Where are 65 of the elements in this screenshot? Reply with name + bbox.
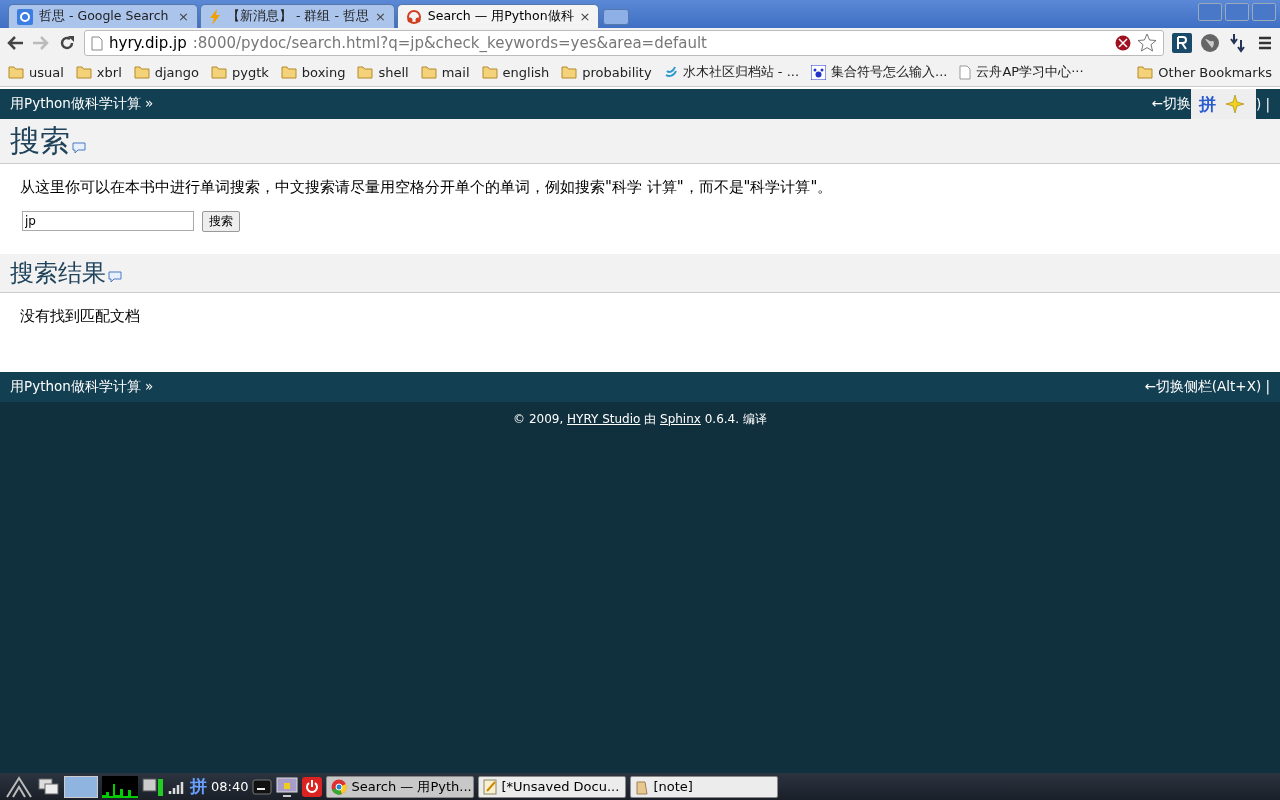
taskbar-window-button[interactable]: Search — 用Pyth... <box>326 775 475 798</box>
close-tab-button[interactable]: × <box>178 9 189 24</box>
breadcrumb-link[interactable]: 用Python做科学计算 » <box>10 95 154 113</box>
page-icon <box>91 35 103 51</box>
footer-link[interactable]: Sphinx <box>660 412 701 426</box>
bookmark-item[interactable]: shell <box>357 64 409 80</box>
section-heading: 搜索结果 <box>10 258 106 289</box>
bookmark-item[interactable]: boxing <box>280 64 346 80</box>
address-bar[interactable]: hyry.dip.jp :8000/pydoc/search.html?q=jp&check_keywords=yes&area=default <box>84 30 1164 56</box>
speech-bubble-icon[interactable] <box>72 142 86 155</box>
intro-text: 从这里你可以在本书中进行单词搜索，中文搜索请尽量用空格分开单个的单词，例如搜索"科学 计算"，而不是"科学计算"。 <box>20 178 833 196</box>
breadcrumb-link[interactable]: 用Python做科学计算 » <box>10 378 154 396</box>
sidebar-toggle-link[interactable]: ←切换侧栏(Alt+X) | <box>1144 378 1270 396</box>
browser-icon <box>331 778 348 795</box>
bookmark-item[interactable]: 集合符号怎么输入... <box>811 63 948 81</box>
taskbar-window-button[interactable]: [*Unsaved Docu... <box>478 775 627 798</box>
close-tab-button[interactable]: × <box>374 9 386 24</box>
search-field[interactable]: jp <box>22 211 194 231</box>
footer-link[interactable]: HYRY Studio <box>567 412 641 426</box>
page-heading: 搜索 <box>10 121 70 160</box>
start-menu-icon[interactable] <box>4 774 34 799</box>
speech-bubble-icon[interactable] <box>108 271 122 284</box>
browser-tab[interactable]: 【新消息】 - 群组 - 哲思 × <box>200 4 395 28</box>
blocked-icon[interactable] <box>1115 35 1131 51</box>
browser-tab[interactable]: 哲思 - Google Search × <box>8 4 198 28</box>
cpu-graph <box>102 775 138 798</box>
bookmark-item[interactable]: Other Bookmarks <box>1137 64 1272 80</box>
bookmark-item[interactable]: xbrl <box>75 64 122 80</box>
taskbar-window-button[interactable]: [note] <box>630 775 779 798</box>
result-text: 没有找到匹配文档 <box>20 307 140 325</box>
bookmark-item[interactable]: pygtk <box>211 64 269 80</box>
lightning-icon <box>209 8 221 25</box>
terminal-icon[interactable] <box>252 776 273 797</box>
power-icon[interactable] <box>302 776 323 797</box>
lock-screen-icon[interactable] <box>276 775 299 798</box>
bookmark-item[interactable]: 云舟AP学习中心··· <box>959 63 1084 81</box>
back-icon[interactable] <box>6 35 24 51</box>
reload-icon[interactable] <box>58 34 76 52</box>
bookmark-item[interactable]: probability <box>561 64 652 80</box>
clock-text: 08:40 <box>211 779 249 794</box>
ime-indicator[interactable]: 拼 <box>190 775 207 798</box>
browser-tab[interactable]: Search — 用Python做科 × <box>396 4 600 28</box>
footer-text: © 2009, HYRY Studio 由 Sphinx 0.6.4. 编译 <box>513 412 767 426</box>
r-letter-icon[interactable] <box>1172 33 1192 53</box>
bookmark-item[interactable]: mail <box>420 64 470 80</box>
swirl-icon <box>663 65 678 79</box>
close-tab-button[interactable]: × <box>579 9 591 24</box>
bookmark-item[interactable]: english <box>481 64 550 80</box>
bookmark-item[interactable]: usual <box>8 64 64 80</box>
notepad-icon <box>483 778 498 795</box>
windows-icon[interactable] <box>38 776 60 797</box>
star-icon[interactable] <box>1137 33 1157 53</box>
bookmark-item[interactable]: django <box>133 64 200 80</box>
sidebar-toggle-link[interactable]: ←切换 <box>1151 95 1191 113</box>
menu-icon[interactable] <box>1256 35 1274 51</box>
g-letter-icon <box>17 8 33 25</box>
pinyin-button[interactable]: 拼 <box>1198 92 1216 116</box>
desktop-pager[interactable] <box>64 775 98 798</box>
sidebar-toggle-link[interactable]: ) | <box>1255 96 1270 112</box>
search-button[interactable]: 搜索 <box>202 211 240 232</box>
computer-icon[interactable] <box>142 775 164 798</box>
download-arrows-icon[interactable] <box>1228 33 1248 53</box>
paw-icon <box>811 64 827 80</box>
page-icon <box>959 64 972 80</box>
bookmark-item[interactable]: 水木社区归档站 - ... <box>663 63 800 81</box>
